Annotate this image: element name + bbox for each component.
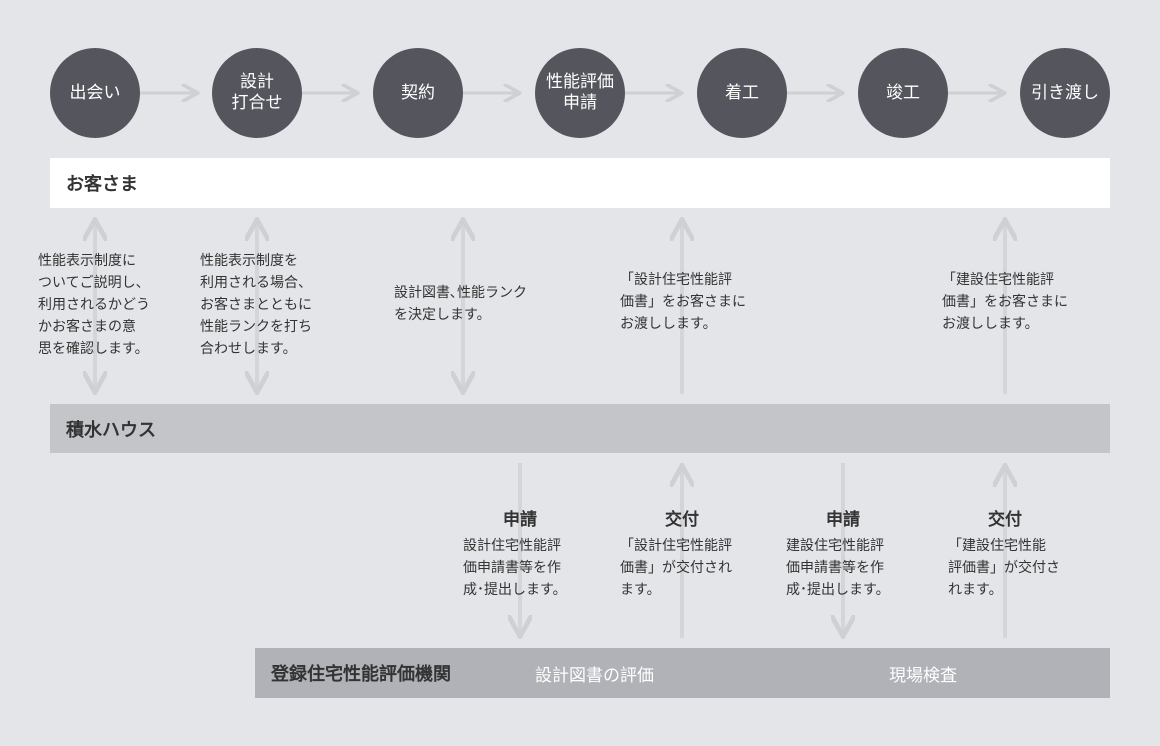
step-circle-2: 設計 打合せ	[212, 48, 302, 138]
step-circle-1: 出会い	[50, 48, 140, 138]
upper-text-1: 性能表示制度に ついてご説明し、 利用されるかどう かお客さまの意 思を確認しま…	[38, 253, 150, 357]
lower-heading-1: 申請	[503, 510, 537, 530]
lower-arrows	[520, 463, 1005, 638]
step-circle-3: 契約	[373, 48, 463, 138]
upper-text-5: 「建設住宅性能評 価書」をお客さまに お渡しします。	[942, 272, 1068, 332]
agency-band-title: 登録住宅性能評価機関	[271, 664, 451, 685]
lower-heading-2: 交付	[665, 510, 699, 530]
lower-text-2: 「設計住宅性能評 価書」が交付され ます。	[620, 538, 732, 598]
step-label: 引き渡し	[1031, 82, 1099, 103]
customer-band-title: お客さま	[66, 174, 138, 195]
step-circle-6: 竣工	[858, 48, 948, 138]
lower-heading-3: 申請	[826, 510, 860, 530]
sekisui-band: 積水ハウス	[50, 404, 1110, 453]
lower-text-4: 「建設住宅性能 評価書」が交付さ れます。	[948, 538, 1060, 598]
step-circle-5: 着工	[697, 48, 787, 138]
agency-design-eval-label: 設計図書の評価	[535, 665, 654, 686]
step-label: 契約	[401, 82, 435, 103]
agency-site-inspection-label: 現場検査	[889, 665, 957, 686]
step-label: 性能評価 申請	[546, 72, 614, 113]
upper-text-2: 性能表示制度を 利用される場合、 お客さまとともに 性能ランクを打ち 合わせしま…	[200, 253, 312, 357]
step-circle-7: 引き渡し	[1020, 48, 1110, 138]
upper-text-4: 「設計住宅性能評 価書」をお客さまに お渡しします。	[620, 272, 746, 332]
step-circle-4: 性能評価 申請	[535, 48, 625, 138]
step-label: 設計 打合せ	[231, 72, 283, 113]
upper-text-3: 設計図書､性能ランク を決定します。	[394, 285, 527, 323]
lower-heading-4: 交付	[988, 510, 1022, 530]
step-label: 着工	[725, 82, 759, 103]
agency-band: 登録住宅性能評価機関 設計図書の評価 現場検査	[255, 648, 1110, 698]
lower-text-1: 設計住宅性能評 価申請書等を作 成･提出します。	[463, 538, 567, 598]
customer-band: お客さま	[50, 158, 1110, 208]
step-label: 竣工	[886, 82, 920, 103]
sekisui-band-title: 積水ハウス	[66, 419, 156, 441]
step-label: 出会い	[69, 82, 121, 103]
lower-text-3: 建設住宅性能評 価申請書等を作 成･提出します。	[786, 538, 890, 598]
